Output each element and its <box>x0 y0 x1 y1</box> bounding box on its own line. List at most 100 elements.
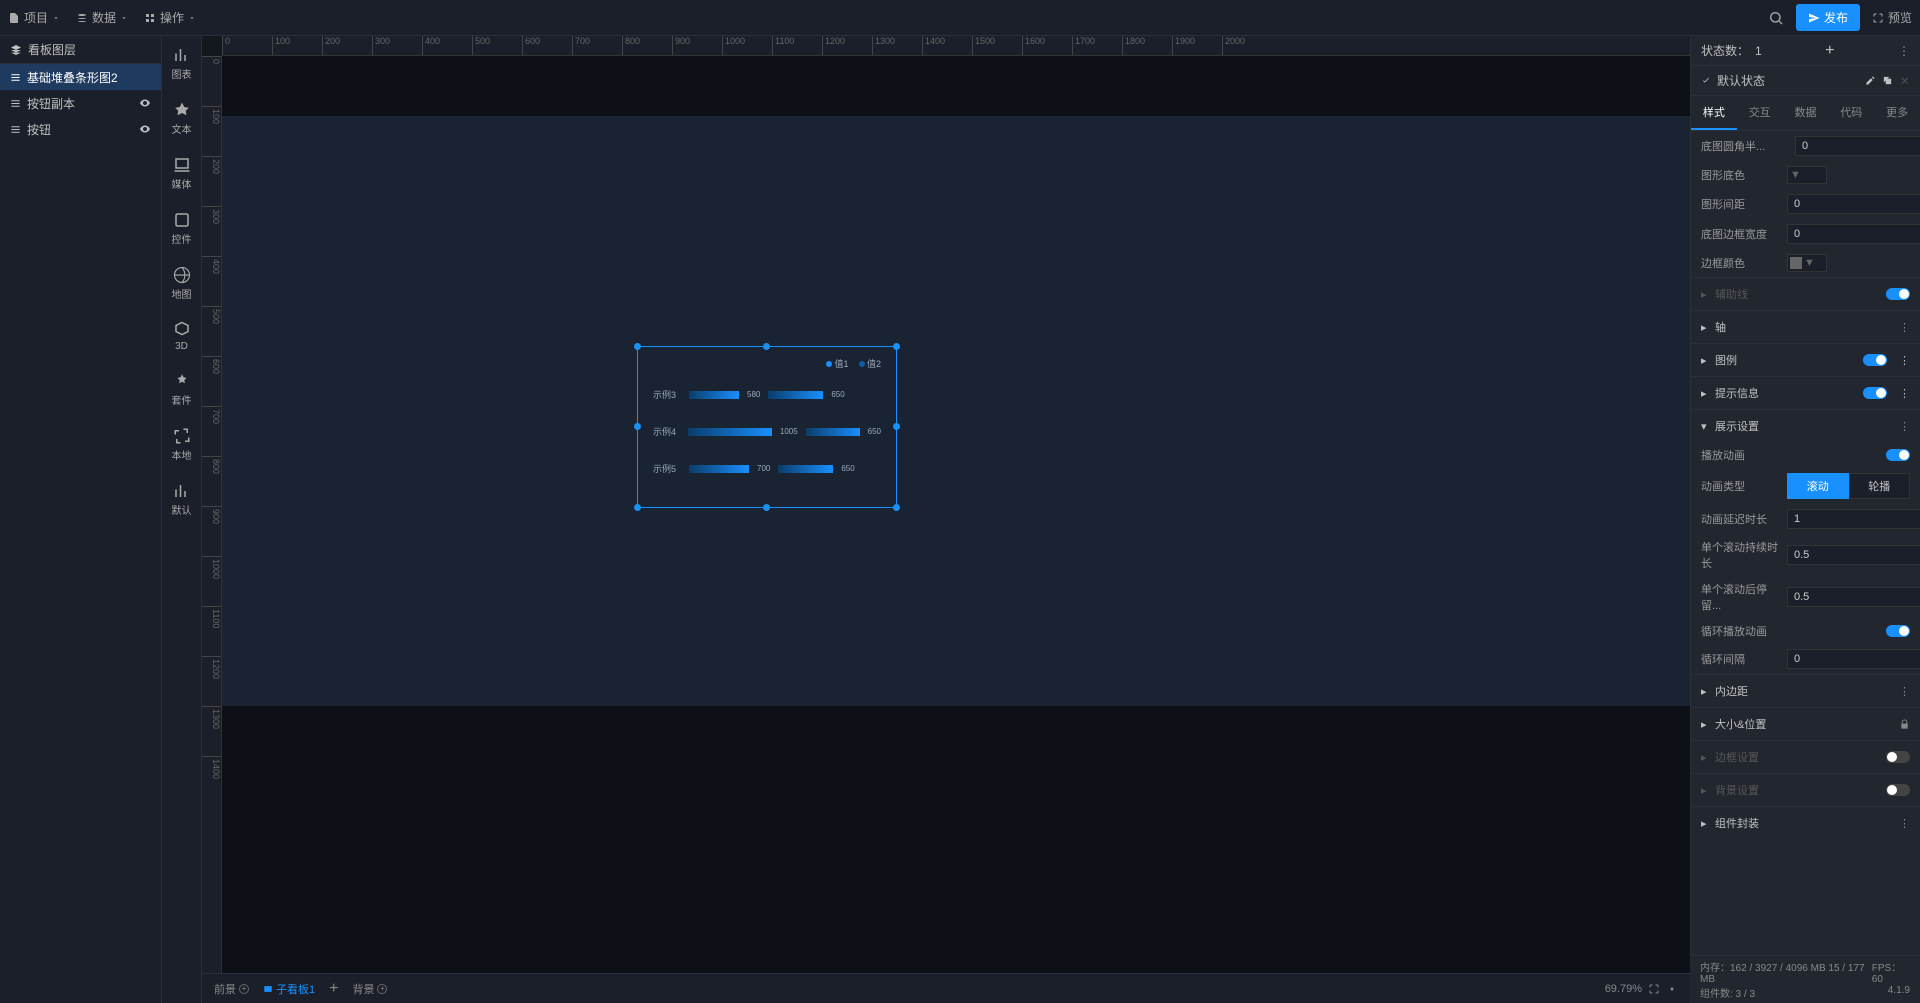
tab-background[interactable]: 背景+ <box>352 981 387 997</box>
tool-控件[interactable]: 控件 <box>172 211 192 246</box>
section-size-pos[interactable]: ▸大小&位置 <box>1691 707 1920 740</box>
tool-label: 文本 <box>172 121 192 136</box>
bars-icon <box>10 72 21 83</box>
tab-subboard[interactable]: 子看板1 <box>263 981 315 997</box>
eye-icon[interactable] <box>139 97 151 109</box>
edit-icon[interactable] <box>1865 75 1876 86</box>
search-icon[interactable] <box>1768 10 1784 26</box>
default-state-label[interactable]: 默认状态 <box>1717 72 1765 89</box>
menu-ops[interactable]: 操作 <box>144 9 196 26</box>
delay-label: 动画延迟时长 <box>1701 511 1779 527</box>
tool-icon <box>173 427 191 445</box>
gap-label: 图形间距 <box>1701 196 1779 212</box>
delay-input[interactable] <box>1787 509 1920 529</box>
settings-icon[interactable] <box>1666 983 1678 995</box>
section-encapsulate[interactable]: ▸组件封装⋮ <box>1691 806 1920 839</box>
tool-媒体[interactable]: 媒体 <box>172 156 192 191</box>
prop-tab-0[interactable]: 样式 <box>1691 96 1737 130</box>
scroll-dur-label: 单个滚动持续时长 <box>1701 539 1779 571</box>
prop-tab-3[interactable]: 代码 <box>1828 96 1874 130</box>
tab-foreground[interactable]: 前景+ <box>214 981 249 997</box>
eye-icon[interactable] <box>139 123 151 135</box>
border-width-input[interactable] <box>1787 224 1920 244</box>
corner-radius-input[interactable] <box>1795 136 1920 156</box>
add-tab-button[interactable]: + <box>329 980 338 998</box>
expand-icon <box>1872 12 1884 24</box>
zoom-level: 69.79% <box>1605 983 1642 995</box>
send-icon <box>1808 12 1820 24</box>
layer-item[interactable]: 按钮 <box>0 116 161 142</box>
grid-icon <box>144 12 156 24</box>
copy-icon[interactable] <box>1882 75 1893 86</box>
legend-toggle[interactable] <box>1863 354 1887 366</box>
section-guide[interactable]: ▸辅助线 <box>1691 277 1920 310</box>
menu-project[interactable]: 项目 <box>8 9 60 26</box>
tool-label: 地图 <box>172 286 192 301</box>
tool-文本[interactable]: 文本 <box>172 101 192 136</box>
play-anim-label: 播放动画 <box>1701 447 1779 463</box>
tool-本地[interactable]: 本地 <box>172 427 192 462</box>
tool-套件[interactable]: 套件 <box>172 372 192 407</box>
more-icon[interactable]: ⋮ <box>1898 44 1910 58</box>
menu-data[interactable]: 数据 <box>76 9 128 26</box>
selected-component[interactable]: 值1 值2 示例3580650 示例41005650 示例5700650 <box>637 346 897 508</box>
layer-item[interactable]: 基础堆叠条形图2 <box>0 64 161 90</box>
loop-gap-input[interactable] <box>1787 649 1920 669</box>
scroll-dur-input[interactable] <box>1787 545 1920 565</box>
play-anim-toggle[interactable] <box>1886 449 1910 461</box>
layers-header: 看板图层 <box>0 36 161 64</box>
prop-tab-2[interactable]: 数据 <box>1783 96 1829 130</box>
layers-icon <box>10 44 22 56</box>
bottom-tabs: 前景+ 子看板1 + 背景+ 69.79% <box>202 973 1690 1003</box>
tooltip-toggle[interactable] <box>1863 387 1887 399</box>
preview-button[interactable]: 预览 <box>1872 9 1912 26</box>
close-icon[interactable] <box>1899 75 1910 86</box>
preview-label: 预览 <box>1888 9 1912 26</box>
tool-地图[interactable]: 地图 <box>172 266 192 301</box>
tool-icon <box>173 266 191 284</box>
prop-tab-4[interactable]: 更多 <box>1874 96 1920 130</box>
bars-icon <box>10 124 21 135</box>
layer-item[interactable]: 按钮副本 <box>0 90 161 116</box>
border-set-toggle[interactable] <box>1886 751 1910 763</box>
bg-color-picker[interactable]: ▼ <box>1787 166 1827 184</box>
menu-project-label: 项目 <box>24 9 48 26</box>
property-tabs: 样式交互数据代码更多 <box>1691 96 1920 131</box>
section-tooltip[interactable]: ▸提示信息⋮ <box>1691 376 1920 409</box>
layers-title: 看板图层 <box>28 41 76 58</box>
lock-icon[interactable] <box>1899 719 1910 730</box>
chevron-down-icon <box>120 14 128 22</box>
layer-label: 按钮副本 <box>27 95 75 112</box>
anim-carousel-button[interactable]: 轮播 <box>1849 473 1911 499</box>
section-bg-set[interactable]: ▸背景设置 <box>1691 773 1920 806</box>
tool-图表[interactable]: 图表 <box>172 46 192 81</box>
tool-icon <box>173 211 191 229</box>
board-icon <box>263 984 273 994</box>
loop-gap-label: 循环间隔 <box>1701 651 1779 667</box>
fit-icon[interactable] <box>1648 983 1660 995</box>
bg-set-toggle[interactable] <box>1886 784 1910 796</box>
prop-tab-1[interactable]: 交互 <box>1737 96 1783 130</box>
section-border-set[interactable]: ▸边框设置 <box>1691 740 1920 773</box>
canvas[interactable]: 值1 值2 示例3580650 示例41005650 示例5700650 <box>222 56 1690 973</box>
scroll-stay-input[interactable] <box>1787 587 1920 607</box>
section-axis[interactable]: ▸轴⋮ <box>1691 310 1920 343</box>
anim-type-label: 动画类型 <box>1701 478 1779 494</box>
gap-input[interactable] <box>1787 194 1920 214</box>
border-color-picker[interactable]: ▼ <box>1787 254 1827 272</box>
section-display[interactable]: ▾展示设置⋮ <box>1691 409 1920 442</box>
loop-toggle[interactable] <box>1886 625 1910 637</box>
scroll-stay-label: 单个滚动后停留... <box>1701 581 1779 613</box>
db-icon <box>76 12 88 24</box>
add-state-button[interactable]: + <box>1825 42 1834 60</box>
bars-icon <box>10 98 21 109</box>
tool-label: 默认 <box>172 502 192 517</box>
section-legend[interactable]: ▸图例⋮ <box>1691 343 1920 376</box>
section-padding[interactable]: ▸内边距⋮ <box>1691 674 1920 707</box>
guide-toggle[interactable] <box>1886 288 1910 300</box>
tool-默认[interactable]: 默认 <box>172 482 192 517</box>
menu-data-label: 数据 <box>92 9 116 26</box>
anim-scroll-button[interactable]: 滚动 <box>1787 473 1849 499</box>
tool-3D[interactable]: 3D <box>173 321 191 352</box>
publish-button[interactable]: 发布 <box>1796 4 1860 31</box>
